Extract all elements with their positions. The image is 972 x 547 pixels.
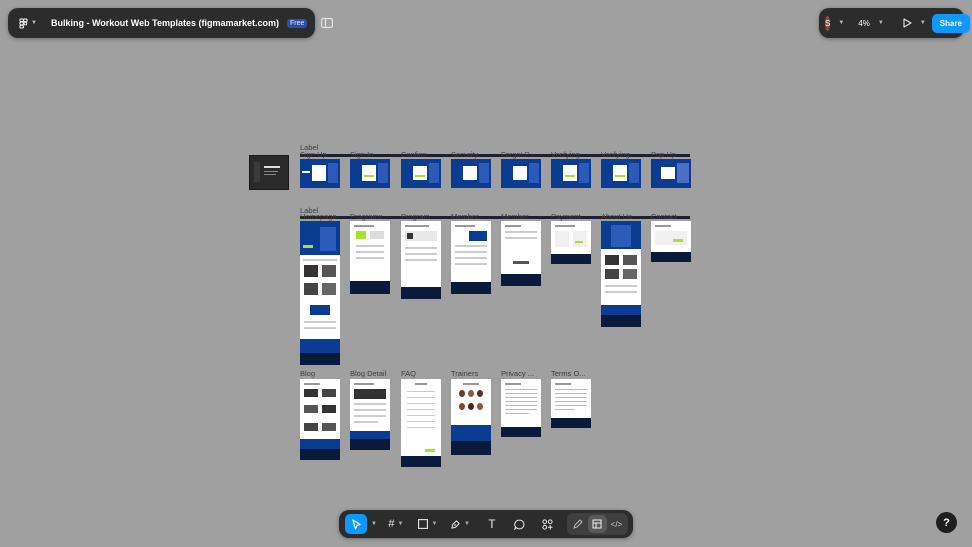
frame-label[interactable]: Contact (651, 212, 677, 221)
frame-member-2[interactable] (501, 221, 541, 286)
chevron-down-icon: ▼ (397, 521, 404, 527)
pen-tool-button[interactable]: ▼ (449, 514, 471, 534)
frame-member-1[interactable] (451, 221, 491, 294)
pen-icon (451, 519, 460, 529)
frame-label[interactable]: Verifying (551, 150, 580, 159)
frame-sign-up[interactable] (300, 159, 340, 188)
design-icon (592, 519, 602, 529)
frame-label[interactable]: FAQ (401, 369, 416, 378)
frame-programs[interactable] (350, 221, 390, 294)
move-tool-button[interactable] (345, 514, 367, 534)
frame-label[interactable]: Program (401, 212, 430, 221)
frame-label[interactable]: Confirm (401, 150, 427, 159)
frame-sign-in[interactable] (350, 159, 390, 188)
frame-program[interactable] (401, 221, 441, 299)
code-icon: </> (610, 519, 623, 529)
frame-label[interactable]: Verifying (601, 150, 630, 159)
help-button[interactable]: ? (936, 512, 957, 533)
design-mode-button[interactable] (587, 515, 607, 533)
mode-switcher: </> (566, 513, 628, 535)
frame-trainers[interactable] (451, 379, 491, 455)
frame-label[interactable]: Terms O... (551, 369, 586, 378)
frame-verifying-2[interactable] (601, 159, 641, 188)
frame-label[interactable]: Member... (501, 212, 534, 221)
frame-payment[interactable] (551, 221, 591, 264)
frame-label[interactable]: About Us (601, 212, 632, 221)
frame-contact[interactable] (651, 221, 691, 262)
bottom-toolbar: ▼ # ▼ ▼ ▼ T </> (339, 510, 633, 538)
frame-label[interactable]: Blog Detail (350, 369, 386, 378)
text-icon: T (488, 517, 496, 531)
frame-label[interactable]: Payment (551, 212, 581, 221)
chevron-down-icon: ▼ (463, 521, 470, 527)
comment-tool-button[interactable] (509, 514, 531, 534)
frame-label[interactable]: Sign Up (300, 150, 327, 159)
actions-icon (542, 518, 554, 530)
dev-mode-button[interactable]: </> (607, 515, 626, 533)
frame-terms[interactable] (551, 379, 591, 428)
actions-tool-button[interactable] (537, 514, 559, 534)
frame-label[interactable]: Member... (451, 212, 484, 221)
frame-pop-up[interactable] (651, 159, 691, 188)
comment-icon (514, 519, 525, 530)
frame-forgot-password[interactable] (501, 159, 541, 188)
frame-label[interactable]: Programs (350, 212, 383, 221)
frame-label[interactable]: Forgot P... (501, 150, 535, 159)
frame-hash-icon: # (388, 518, 395, 530)
frame-label[interactable]: Sign In (350, 150, 373, 159)
frame-verifying-1[interactable] (551, 159, 591, 188)
frame-label[interactable]: Privacy ... (501, 369, 534, 378)
frame-label[interactable]: Blog (300, 369, 315, 378)
frame-label[interactable]: Security (451, 150, 478, 159)
draw-mode-button[interactable] (569, 515, 588, 533)
frame-security[interactable] (451, 159, 491, 188)
frame-label[interactable]: Trainers (451, 369, 478, 378)
dark-preview-frame[interactable] (249, 155, 289, 190)
cursor-icon (351, 518, 361, 530)
design-canvas[interactable]: Label Sign Up Sign In Confirm Security F… (0, 0, 972, 547)
frame-tool-button[interactable]: # ▼ (385, 514, 407, 534)
frame-faq[interactable] (401, 379, 441, 467)
frame-blog-detail[interactable] (350, 379, 390, 450)
rectangle-icon (418, 519, 429, 529)
frame-privacy[interactable] (501, 379, 541, 437)
frame-label[interactable]: Pop Up (651, 150, 676, 159)
frame-label[interactable]: Homepage (300, 212, 337, 221)
shape-tool-button[interactable]: ▼ (417, 514, 439, 534)
frame-homepage[interactable] (300, 221, 340, 365)
frame-confirm[interactable] (401, 159, 441, 188)
frame-about-us[interactable] (601, 221, 641, 327)
chevron-down-icon: ▼ (431, 521, 438, 527)
chevron-down-icon[interactable]: ▼ (371, 521, 377, 527)
draw-icon (573, 519, 584, 529)
frame-blog[interactable] (300, 379, 340, 460)
text-tool-button[interactable]: T (481, 514, 503, 534)
